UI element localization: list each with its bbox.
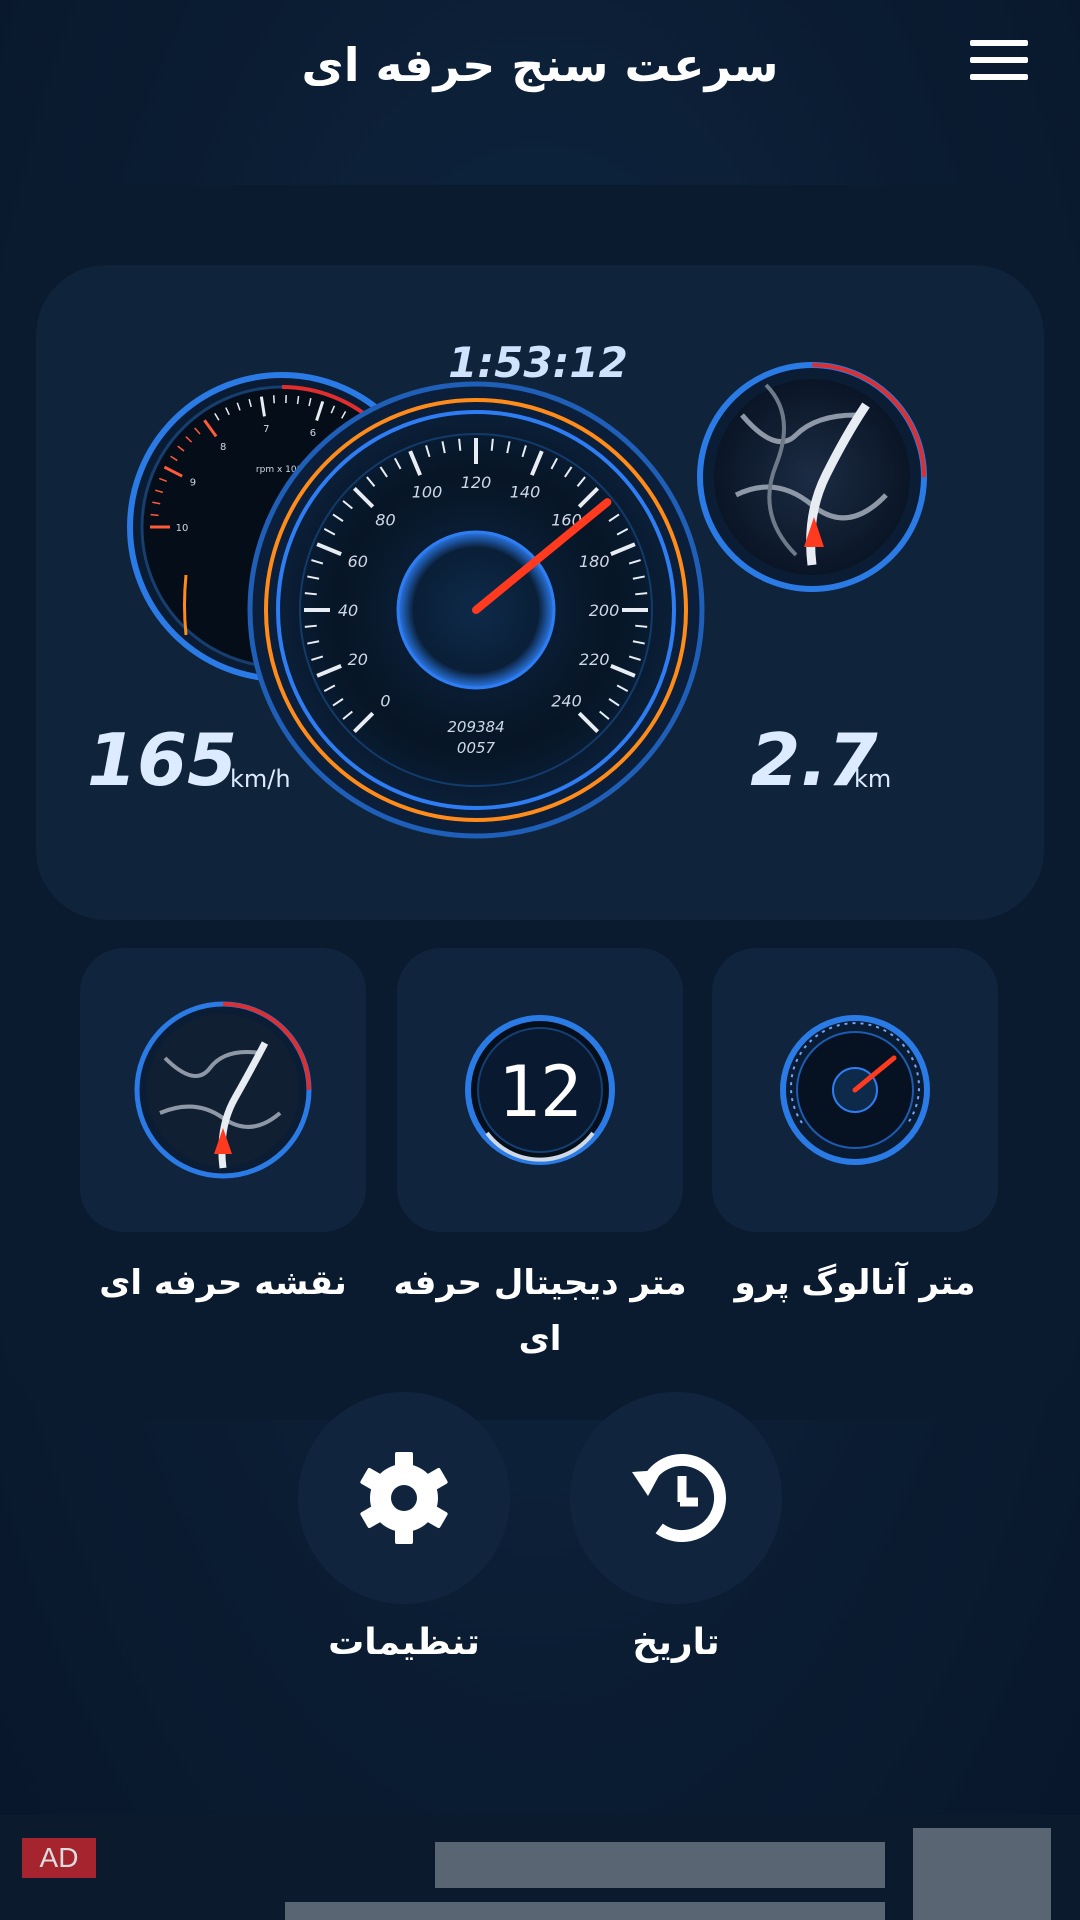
tile-digital-meter[interactable]: 12 [397, 948, 683, 1232]
trip-timer: 1:53:12 [448, 338, 628, 387]
speed-tick-label: 0 [380, 692, 390, 711]
speed-tick-label: 120 [461, 473, 492, 492]
speed-tick-label: 220 [579, 650, 610, 669]
trip-value: 0057 [457, 739, 496, 757]
top-bar: سرعت سنج حرفه ای [0, 0, 1080, 140]
history-button[interactable] [570, 1392, 782, 1604]
odometer-value: 209384 [447, 718, 504, 736]
label-digital-meter: متر دیجیتال حرفه ای [393, 1263, 687, 1359]
rpm-tick-label: 10 [176, 523, 189, 534]
settings-label: تنظیمات [328, 1622, 480, 1663]
speed-tick-label: 60 [348, 552, 368, 571]
speed-tick-label: 200 [589, 601, 620, 620]
speed-tick-label: 20 [348, 650, 368, 669]
speed-tick-label: 40 [338, 601, 358, 620]
label-map: نقشه حرفه ای [99, 1263, 347, 1303]
map-gauge [697, 362, 927, 592]
rpm-tick-label: 8 [220, 442, 226, 453]
speed-tick-label: 80 [375, 510, 395, 529]
speed-value: 165 [87, 718, 237, 802]
gear-icon [360, 1452, 448, 1544]
rpm-tick-label: 9 [190, 478, 196, 489]
map-icon [134, 1001, 312, 1179]
analog-gauge-icon [780, 1015, 930, 1165]
tile-analog-meter[interactable] [712, 948, 998, 1232]
ad-image-placeholder [913, 1828, 1051, 1920]
digital-meter-icon: 12 [465, 1015, 615, 1165]
speedometer: 020406080100120140160180200220240 209384… [247, 381, 705, 839]
speed-tick-label: 240 [551, 692, 582, 711]
rpm-tick-label: 7 [263, 424, 269, 435]
ad-content-placeholder-2 [285, 1902, 885, 1920]
speed-unit: km/h [230, 765, 291, 793]
history-label: تاریخ [632, 1622, 720, 1663]
rpm-tick-label: 6 [310, 428, 316, 439]
history-icon [632, 1454, 726, 1542]
app-title: سرعت سنج حرفه ای [301, 38, 779, 92]
speed-tick-label: 140 [510, 483, 541, 502]
hamburger-menu-icon[interactable] [970, 40, 1028, 86]
ad-badge: AD [22, 1838, 96, 1878]
distance-unit: km [854, 765, 891, 793]
speed-tick-label: 180 [579, 552, 610, 571]
dashboard-gauges: 012345678910 rpm x 1000 0204060801001201… [87, 338, 927, 839]
speed-tick-label: 100 [412, 483, 443, 502]
label-analog-meter: متر آنالوگ پرو [734, 1263, 976, 1303]
ad-content-placeholder[interactable] [435, 1842, 885, 1888]
digital-digit: 12 [498, 1051, 582, 1133]
tile-map[interactable] [80, 948, 366, 1232]
settings-button[interactable] [298, 1392, 510, 1604]
